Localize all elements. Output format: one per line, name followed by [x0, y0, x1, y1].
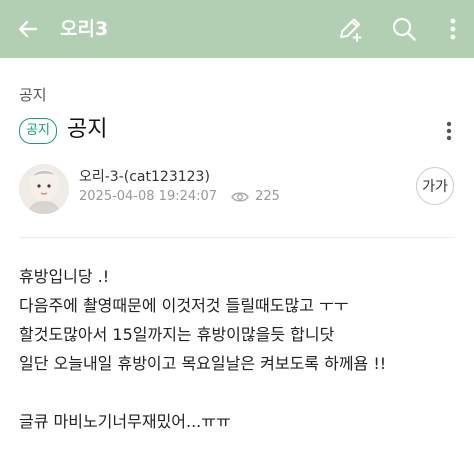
avatar-image	[19, 164, 69, 214]
author-avatar[interactable]	[19, 164, 69, 214]
app-bar: 오리3	[0, 0, 474, 58]
post-datetime: 2025-04-08 19:24:07	[79, 189, 218, 204]
back-arrow-icon	[18, 20, 38, 38]
board-name-link[interactable]: 공지	[19, 84, 47, 105]
app-bar-more-button[interactable]	[438, 13, 468, 45]
post-body: 휴방입니당 .! 다음주에 촬영때문에 이것저것 들릴때도많고 ㅜㅜ 할것도많아…	[19, 262, 464, 436]
more-vertical-icon	[450, 18, 456, 40]
body-line: 글큐 마비노기너무재밌어...ㅠㅠ	[19, 412, 231, 431]
font-size-button[interactable]: 가가	[416, 167, 454, 205]
body-line: 다음주에 촬영때문에 이것저것 들릴때도많고 ㅜㅜ	[19, 296, 349, 315]
divider	[19, 237, 455, 238]
more-vertical-icon	[446, 121, 452, 141]
edit-icon	[340, 18, 362, 42]
post-title: 공지	[67, 117, 108, 142]
post-meta: 2025-04-08 19:24:07 225	[79, 188, 280, 206]
view-icon	[231, 191, 249, 203]
post-more-button[interactable]	[437, 117, 461, 145]
app-bar-title: 오리3	[60, 18, 109, 40]
body-line	[19, 378, 464, 407]
write-post-button[interactable]	[334, 13, 366, 45]
search-button[interactable]	[388, 13, 420, 45]
notice-badge: 공지	[19, 118, 57, 144]
body-line: 할것도많아서 15일까지는 휴방이많을듯 합니닷	[19, 325, 335, 344]
body-line: 휴방입니당 .!	[19, 267, 110, 286]
post-title-row: 공지 공지	[19, 115, 459, 147]
search-icon	[392, 17, 416, 41]
body-line: 일단 오늘내일 휴방이고 목요일날은 켜보도록 하께욤 !!	[19, 354, 387, 373]
view-count: 225	[255, 189, 280, 204]
author-name[interactable]: 오리-3-(cat123123)	[79, 166, 210, 186]
back-button[interactable]	[12, 13, 44, 45]
